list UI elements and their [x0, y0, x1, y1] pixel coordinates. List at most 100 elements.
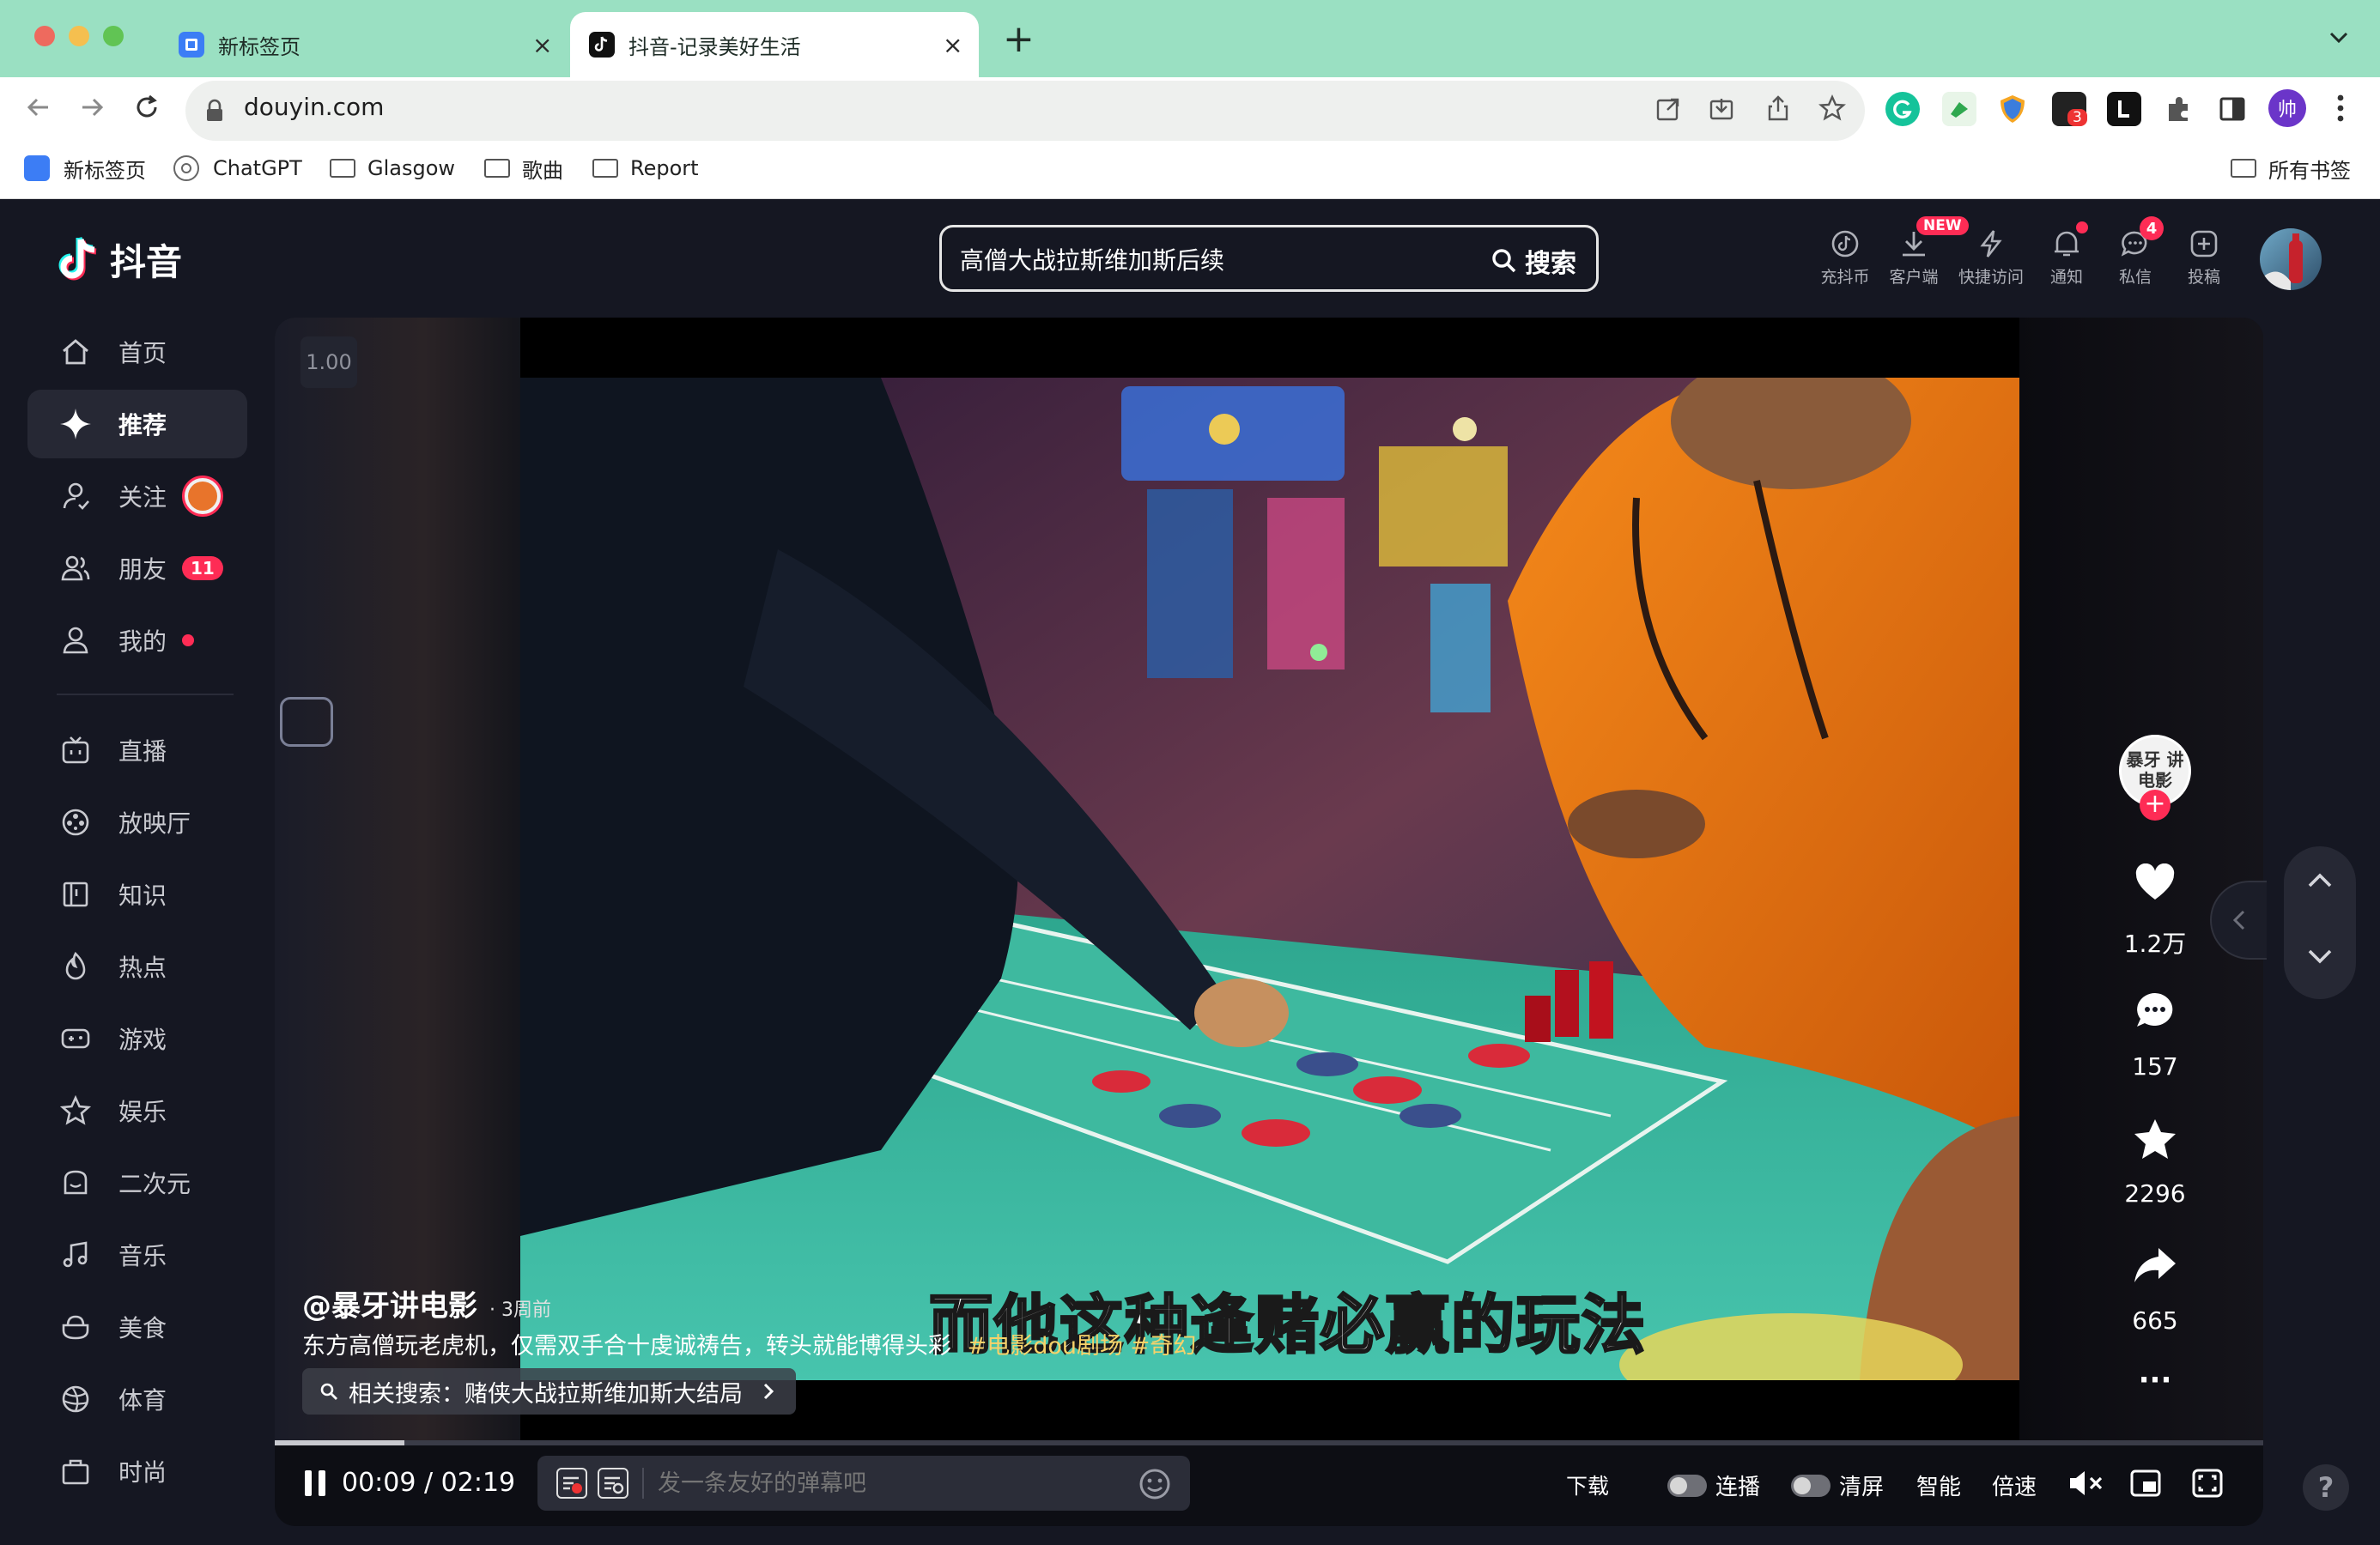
close-tab-icon[interactable]: ×: [532, 31, 552, 59]
minimize-window-button[interactable]: [69, 26, 89, 46]
author-name[interactable]: @暴牙讲电影: [302, 1282, 477, 1324]
bookmark-chatgpt[interactable]: ChatGPT: [173, 151, 302, 185]
next-video-button[interactable]: [2304, 946, 2335, 968]
favorite-button[interactable]: [2133, 1118, 2177, 1160]
comment-button[interactable]: [2134, 991, 2176, 1030]
new-tab-button[interactable]: +: [1003, 17, 1035, 61]
more-options-button[interactable]: ···: [2095, 1363, 2215, 1397]
danmaku-settings-icon[interactable]: [598, 1468, 628, 1499]
bookmark-new-tab[interactable]: 新标签页: [24, 151, 146, 185]
nav-knowledge[interactable]: 知识: [27, 860, 247, 929]
side-panel-icon[interactable]: [2215, 92, 2249, 126]
client-download-button[interactable]: 客户端 NEW: [1875, 216, 1969, 288]
bookmark-report[interactable]: Report: [592, 151, 699, 185]
previous-video-button[interactable]: [2304, 869, 2335, 891]
share-button[interactable]: [2133, 1246, 2177, 1284]
quality-button[interactable]: 智能: [1916, 1469, 1961, 1501]
green-extension-icon[interactable]: [1942, 92, 1976, 126]
notifications-button[interactable]: 通知: [2028, 221, 2105, 288]
nav-entertainment[interactable]: 娱乐: [27, 1076, 247, 1145]
tab-douyin[interactable]: 抖音-记录美好生活 ×: [570, 12, 979, 77]
tab-search-chevron-icon[interactable]: [2328, 31, 2349, 45]
tab-title: 新标签页: [218, 34, 301, 59]
install-icon[interactable]: [1709, 96, 1734, 122]
clear-screen-toggle[interactable]: 清屏: [1791, 1469, 1884, 1501]
bookmark-label: Glasgow: [367, 156, 456, 180]
comment-count: 157: [2132, 1052, 2178, 1081]
help-button[interactable]: ?: [2303, 1464, 2349, 1511]
follow-plus-button[interactable]: +: [2140, 790, 2171, 821]
nav-hot[interactable]: 热点: [27, 932, 247, 1001]
autoplay-toggle[interactable]: 连播: [1667, 1469, 1760, 1501]
picture-in-picture-button[interactable]: [2129, 1468, 2162, 1499]
emoji-button[interactable]: [1138, 1468, 1171, 1500]
nav-food[interactable]: 美食: [27, 1293, 247, 1361]
pause-icon: [305, 1470, 325, 1496]
fullscreen-button[interactable]: [2191, 1468, 2224, 1499]
nav-cinema[interactable]: 放映厅: [27, 788, 247, 857]
profile-avatar[interactable]: 帅: [2268, 89, 2306, 127]
header-action-label: 快捷访问: [1958, 268, 2024, 287]
puzzle-extensions-icon[interactable]: [2162, 92, 2196, 126]
tab-new-tab[interactable]: 新标签页 ×: [163, 12, 558, 77]
nav-friends[interactable]: 朋友 11: [27, 534, 247, 603]
danmaku-toggle-icon[interactable]: [556, 1468, 587, 1499]
autoplay-label: 连播: [1715, 1475, 1761, 1500]
nav-label: 推荐: [118, 411, 167, 439]
close-window-button[interactable]: [34, 26, 55, 46]
nav-recommend[interactable]: 推荐: [27, 390, 247, 458]
video-hashtags[interactable]: #电影dou剧场 #奇幻: [968, 1333, 1197, 1360]
search-button[interactable]: 搜索: [1491, 242, 1576, 280]
address-bar[interactable]: [185, 81, 1865, 141]
bookmark-songs[interactable]: 歌曲: [484, 151, 563, 185]
film-icon: [58, 805, 93, 839]
recharge-coins-button[interactable]: 充抖币: [1806, 221, 1884, 288]
nav-music[interactable]: 音乐: [27, 1221, 247, 1289]
download-button[interactable]: 下载: [1566, 1469, 1609, 1500]
search-input[interactable]: [960, 235, 1458, 283]
messages-button[interactable]: 私信 4: [2097, 216, 2174, 288]
pause-button[interactable]: [302, 1468, 328, 1499]
nav-mine[interactable]: 我的: [27, 606, 247, 675]
url-text[interactable]: douyin.com: [244, 93, 384, 121]
all-bookmarks-button[interactable]: 所有书签: [2231, 151, 2351, 185]
douyin-logo-icon: [58, 236, 97, 280]
header-action-label: 客户端: [1889, 268, 1939, 287]
pip-frame-icon: [280, 697, 333, 747]
l-extension-icon[interactable]: [2107, 92, 2141, 126]
shield-extension-icon[interactable]: [1995, 92, 2030, 126]
nav-live[interactable]: 直播: [27, 716, 247, 785]
nav-anime[interactable]: 二次元: [27, 1148, 247, 1217]
playback-speed-button[interactable]: 倍速: [1992, 1469, 2037, 1501]
user-avatar[interactable]: [2260, 228, 2322, 290]
forward-arrow-icon[interactable]: [77, 93, 106, 122]
open-in-app-icon[interactable]: [1655, 96, 1681, 122]
browser-menu-icon[interactable]: [2335, 93, 2346, 124]
extension-badge: 3: [2067, 109, 2087, 126]
douyin-logo[interactable]: 抖音: [57, 233, 182, 286]
lock-icon[interactable]: [204, 98, 225, 124]
mute-button[interactable]: [2067, 1468, 2104, 1499]
video-description: 东方高僧玩老虎机，仅需双手合十虔诚祷告，转头就能博得头彩: [302, 1333, 951, 1360]
nav-sports[interactable]: 体育: [27, 1365, 247, 1433]
nav-home[interactable]: 首页: [27, 318, 247, 386]
grammarly-extension-icon[interactable]: [1885, 92, 1920, 126]
nav-fashion[interactable]: 时尚: [27, 1437, 247, 1506]
zoom-window-button[interactable]: [103, 26, 124, 46]
close-tab-icon[interactable]: ×: [943, 31, 962, 59]
progress-track[interactable]: [275, 1440, 2263, 1445]
follow-icon: [58, 479, 93, 513]
upload-button[interactable]: 投稿: [2165, 221, 2243, 288]
reload-icon[interactable]: [132, 93, 161, 122]
bookmark-star-icon[interactable]: [1818, 94, 1846, 122]
quick-access-button[interactable]: 快捷访问: [1952, 221, 2030, 288]
related-search-button[interactable]: 相关搜索：赌侠大战拉斯维加斯大结局: [302, 1368, 796, 1415]
like-button[interactable]: [2134, 863, 2176, 901]
nav-follow[interactable]: 关注: [27, 462, 247, 530]
back-arrow-icon[interactable]: [24, 93, 53, 122]
bookmark-glasgow[interactable]: Glasgow: [330, 151, 455, 185]
share-icon[interactable]: [1765, 94, 1791, 122]
nav-games[interactable]: 游戏: [27, 1004, 247, 1073]
danmaku-input[interactable]: [658, 1463, 1121, 1504]
counter-extension-icon[interactable]: 3: [2052, 92, 2087, 126]
